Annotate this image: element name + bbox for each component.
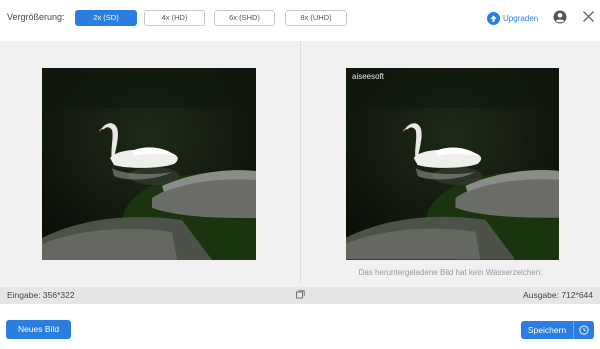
input-size: Eingabe: 356*322 xyxy=(7,290,75,300)
user-account-icon[interactable] xyxy=(553,10,567,24)
input-image xyxy=(42,68,256,260)
upgrade-button[interactable]: Upgraden xyxy=(487,11,538,25)
no-watermark-note: Das heruntergeladene Bild hat kein Wasse… xyxy=(358,268,543,277)
zoom-label: Vergrößerung: xyxy=(7,12,65,22)
watermark-logo: aiseesoft xyxy=(352,72,385,81)
upgrade-label: Upgraden xyxy=(503,13,539,23)
scale-4x-button[interactable]: 4x (HD) xyxy=(144,10,205,26)
scale-2x-button[interactable]: 2x (SD) xyxy=(75,10,137,26)
compare-icon[interactable] xyxy=(296,290,305,299)
swan-photo xyxy=(42,68,256,260)
save-button[interactable]: Speichern xyxy=(521,321,594,339)
swan-photo-upscaled xyxy=(346,68,559,260)
scale-6x-button[interactable]: 6x (SHD) xyxy=(214,10,275,26)
output-image: aiseesoft xyxy=(346,68,559,260)
arrow-up-circle-icon xyxy=(487,11,500,25)
save-label: Speichern xyxy=(521,321,574,339)
new-image-button[interactable]: Neues Bild xyxy=(6,320,71,339)
close-icon[interactable] xyxy=(582,10,595,23)
clock-icon[interactable] xyxy=(574,321,594,339)
output-size: Ausgabe: 712*644 xyxy=(523,290,593,300)
preview-divider xyxy=(300,41,301,283)
scale-8x-button[interactable]: 8x (UHD) xyxy=(285,10,347,26)
bottom-bar xyxy=(0,304,600,349)
